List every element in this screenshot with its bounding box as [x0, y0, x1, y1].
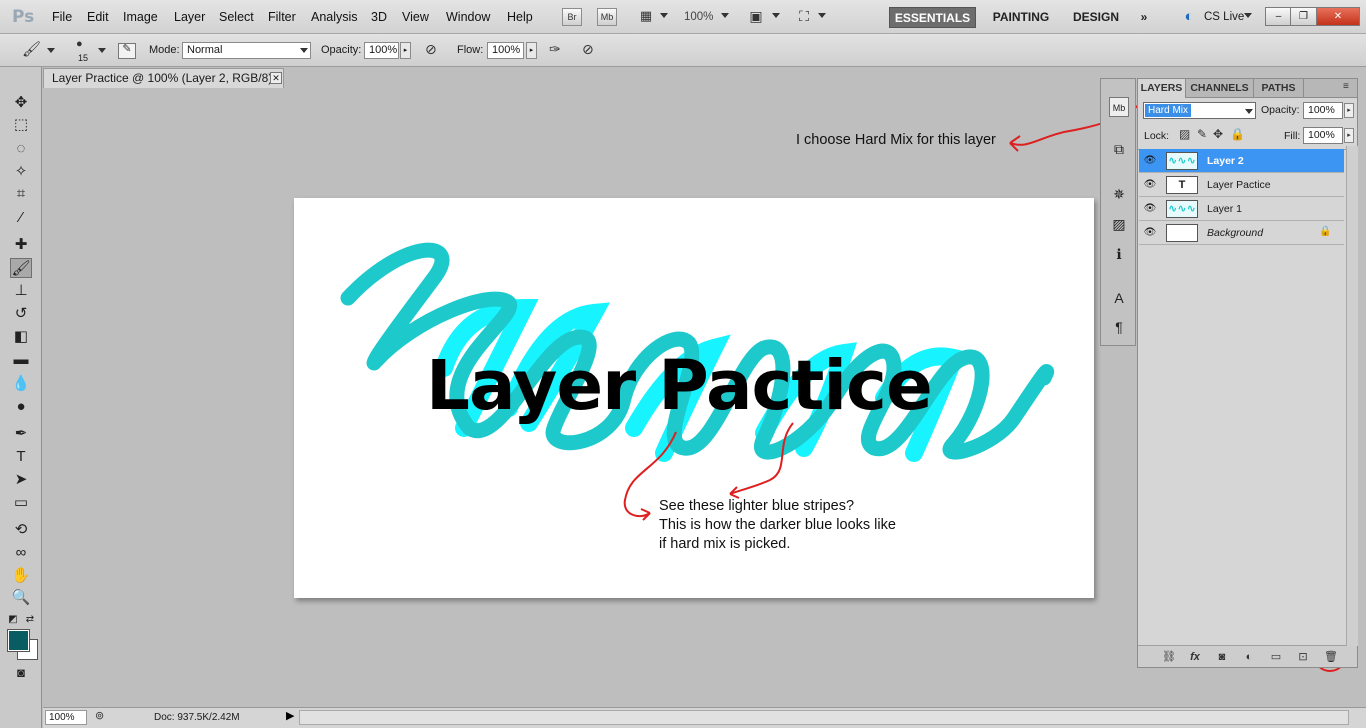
- status-bar: 100% ⊚ Doc: 937.5K/2.42M ▶: [43, 707, 1366, 728]
- status-menu-icon[interactable]: ⊚: [95, 711, 104, 722]
- tab-layers[interactable]: LAYERS: [1138, 79, 1186, 98]
- layers-panel: LAYERS CHANNELS PATHS ≡ Hard Mix Opacity…: [1137, 78, 1358, 668]
- info-icon[interactable]: ℹ: [1109, 244, 1129, 264]
- layer-name[interactable]: Background: [1207, 227, 1263, 239]
- layer-row[interactable]: 👁 ∿∿∿ Layer 1: [1139, 197, 1344, 221]
- layer-opacity-label: Opacity:: [1261, 104, 1300, 116]
- lock-transparency-icon[interactable]: ▨: [1179, 128, 1190, 140]
- trash-icon[interactable]: 🗑: [1321, 649, 1341, 665]
- tab-paths[interactable]: PATHS: [1254, 79, 1304, 98]
- horizontal-scrollbar[interactable]: [299, 710, 1349, 725]
- panel-tabs: LAYERS CHANNELS PATHS ≡: [1138, 79, 1357, 98]
- lock-pixels-icon[interactable]: ✎: [1197, 128, 1207, 140]
- adjustment-icon[interactable]: ◐: [1239, 649, 1259, 665]
- new-layer-icon[interactable]: ⊡: [1293, 649, 1313, 665]
- lock-label: Lock:: [1144, 130, 1170, 142]
- lock-all-icon[interactable]: 🔒: [1230, 128, 1245, 140]
- mini-bridge-icon[interactable]: Mb: [1109, 97, 1129, 117]
- annotation-line: This is how the darker blue looks like: [659, 517, 896, 533]
- fill-input[interactable]: 100%: [1303, 127, 1343, 144]
- layer-row[interactable]: 👁 ∿∿∿ Layer 2: [1139, 149, 1344, 173]
- mask-icon[interactable]: ◙: [1212, 649, 1232, 665]
- annotation-hard-mix: I choose Hard Mix for this layer: [796, 132, 996, 148]
- text-layer-thumbnail: T: [1166, 176, 1198, 194]
- visibility-eye-icon[interactable]: 👁: [1142, 153, 1158, 169]
- opacity-slider-toggle[interactable]: ▸: [1344, 103, 1354, 118]
- character-icon[interactable]: A: [1109, 288, 1129, 308]
- fx-icon[interactable]: fx: [1185, 649, 1205, 665]
- link-icon[interactable]: ⛓: [1159, 649, 1179, 665]
- annotation-line: See these lighter blue stripes?: [659, 498, 855, 514]
- zoom-field[interactable]: 100%: [45, 710, 87, 725]
- annotation-line: if hard mix is picked.: [659, 536, 791, 552]
- layer-opacity-input[interactable]: 100%: [1303, 102, 1343, 119]
- visibility-eye-icon[interactable]: 👁: [1142, 201, 1158, 217]
- red-arrow-right: [729, 422, 794, 495]
- fill-label: Fill:: [1284, 130, 1301, 142]
- paragraph-icon[interactable]: ¶: [1109, 317, 1129, 337]
- layer-row[interactable]: 👁 T Layer Pactice: [1139, 173, 1344, 197]
- annotation-stripes: See these lighter blue stripes? This is …: [659, 497, 896, 554]
- layer-name[interactable]: Layer 2: [1207, 155, 1244, 167]
- doc-size-info: Doc: 937.5K/2.42M: [154, 712, 240, 723]
- lock-icon: 🔒: [1319, 226, 1332, 237]
- layer-name[interactable]: Layer Pactice: [1207, 179, 1271, 191]
- panel-menu-icon[interactable]: ≡: [1343, 82, 1349, 92]
- lock-position-icon[interactable]: ✥: [1213, 128, 1223, 140]
- fill-slider-toggle[interactable]: ▸: [1344, 128, 1354, 143]
- layers-panel-footer: ⛓ fx ◙ ◐ ▭ ⊡ 🗑: [1138, 645, 1357, 667]
- layer-thumbnail-scribble: ∿∿∿: [1166, 152, 1198, 170]
- blend-mode-value: Hard Mix: [1145, 104, 1192, 117]
- layer-name[interactable]: Layer 1: [1207, 203, 1242, 215]
- history-icon[interactable]: ⧉: [1109, 139, 1129, 159]
- layer-thumbnail-scribble: ∿∿∿: [1166, 200, 1198, 218]
- visibility-eye-icon[interactable]: 👁: [1142, 225, 1158, 241]
- panel-icon-strip: Mb ⧉ ✵ ▨ ℹ A ¶: [1100, 78, 1136, 346]
- group-icon[interactable]: ▭: [1266, 649, 1286, 665]
- background-thumbnail: [1166, 224, 1198, 242]
- play-icon[interactable]: ▶: [286, 711, 294, 722]
- layer-row[interactable]: 👁 Background 🔒: [1139, 221, 1344, 245]
- histogram-icon[interactable]: ▨: [1109, 214, 1129, 234]
- tab-channels[interactable]: CHANNELS: [1186, 79, 1254, 98]
- visibility-eye-icon[interactable]: 👁: [1142, 177, 1158, 193]
- layers-scrollbar[interactable]: [1346, 146, 1358, 646]
- blend-mode-select[interactable]: Hard Mix: [1143, 102, 1256, 119]
- chevron-down-icon[interactable]: [1245, 109, 1253, 114]
- navigator-icon[interactable]: ✵: [1109, 184, 1129, 204]
